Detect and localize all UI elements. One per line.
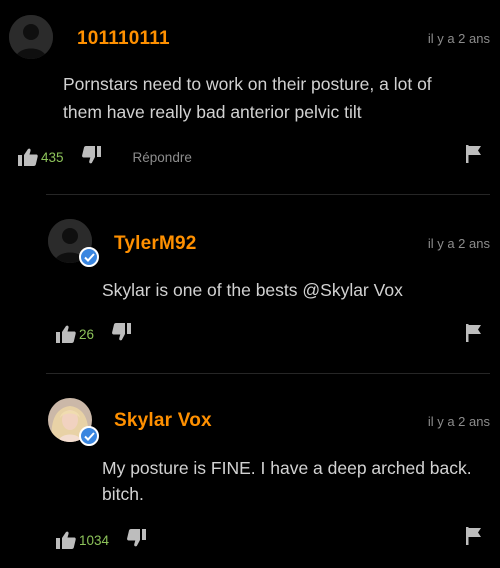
- comment: 101110111 il y a 2 ans Pornstars need to…: [0, 0, 500, 190]
- upvote-count: 435: [41, 149, 64, 165]
- flag-icon: [466, 324, 481, 342]
- default-avatar-icon: [9, 15, 53, 59]
- thumbs-down-icon: [81, 145, 101, 163]
- verified-badge: [79, 426, 99, 446]
- downvote-button[interactable]: [112, 322, 133, 346]
- thumbs-down-icon: [127, 528, 147, 546]
- checkmark-badge-icon: [84, 253, 95, 262]
- comment-text-line: Skylar is one of the bests @Skylar Vox: [102, 280, 403, 300]
- downvote-button[interactable]: [81, 145, 103, 169]
- flag-icon: [466, 145, 481, 163]
- avatar[interactable]: [9, 15, 53, 59]
- thumbs-down-icon: [112, 322, 132, 340]
- comment-text-line: bitch.: [102, 484, 144, 504]
- report-button[interactable]: [466, 527, 482, 550]
- timestamp: il y a 2 ans: [427, 414, 490, 429]
- report-button[interactable]: [466, 324, 482, 347]
- upvote-count: 26: [79, 326, 95, 342]
- username[interactable]: 101110111: [77, 28, 170, 50]
- username[interactable]: Skylar Vox: [114, 410, 212, 432]
- comment-reply: TylerM92 il y a 2 ans Skylar is one of t…: [0, 195, 500, 373]
- comment-text-line: My posture is FINE. I have a deep arched…: [102, 458, 472, 478]
- upvote-count: 1034: [79, 532, 110, 548]
- comment-reply: Skylar Vox il y a 2 ans My posture is FI…: [0, 374, 500, 568]
- comment-text-line: Pornstars need to work on their posture,…: [63, 74, 432, 94]
- report-button[interactable]: [466, 145, 482, 168]
- timestamp: il y a 2 ans: [427, 31, 490, 46]
- timestamp: il y a 2 ans: [427, 236, 490, 251]
- thumbs-up-icon: [18, 148, 38, 166]
- flag-icon: [466, 527, 481, 545]
- thumbs-up-icon: [56, 531, 76, 549]
- checkmark-badge-icon: [84, 432, 95, 441]
- upvote-button[interactable]: 1034: [56, 531, 109, 549]
- username[interactable]: TylerM92: [114, 233, 197, 255]
- comment-actions: 1034: [56, 528, 148, 552]
- comment-actions: 435 Répondre: [18, 145, 192, 169]
- downvote-button[interactable]: [127, 528, 148, 552]
- comment-text-line: them have really bad anterior pelvic til…: [63, 102, 362, 122]
- upvote-button[interactable]: 26: [56, 325, 94, 343]
- upvote-button[interactable]: 435: [18, 148, 64, 166]
- comment-actions: 26: [56, 322, 133, 346]
- thumbs-up-icon: [56, 325, 76, 343]
- verified-badge: [79, 247, 99, 267]
- reply-button[interactable]: Répondre: [133, 150, 192, 165]
